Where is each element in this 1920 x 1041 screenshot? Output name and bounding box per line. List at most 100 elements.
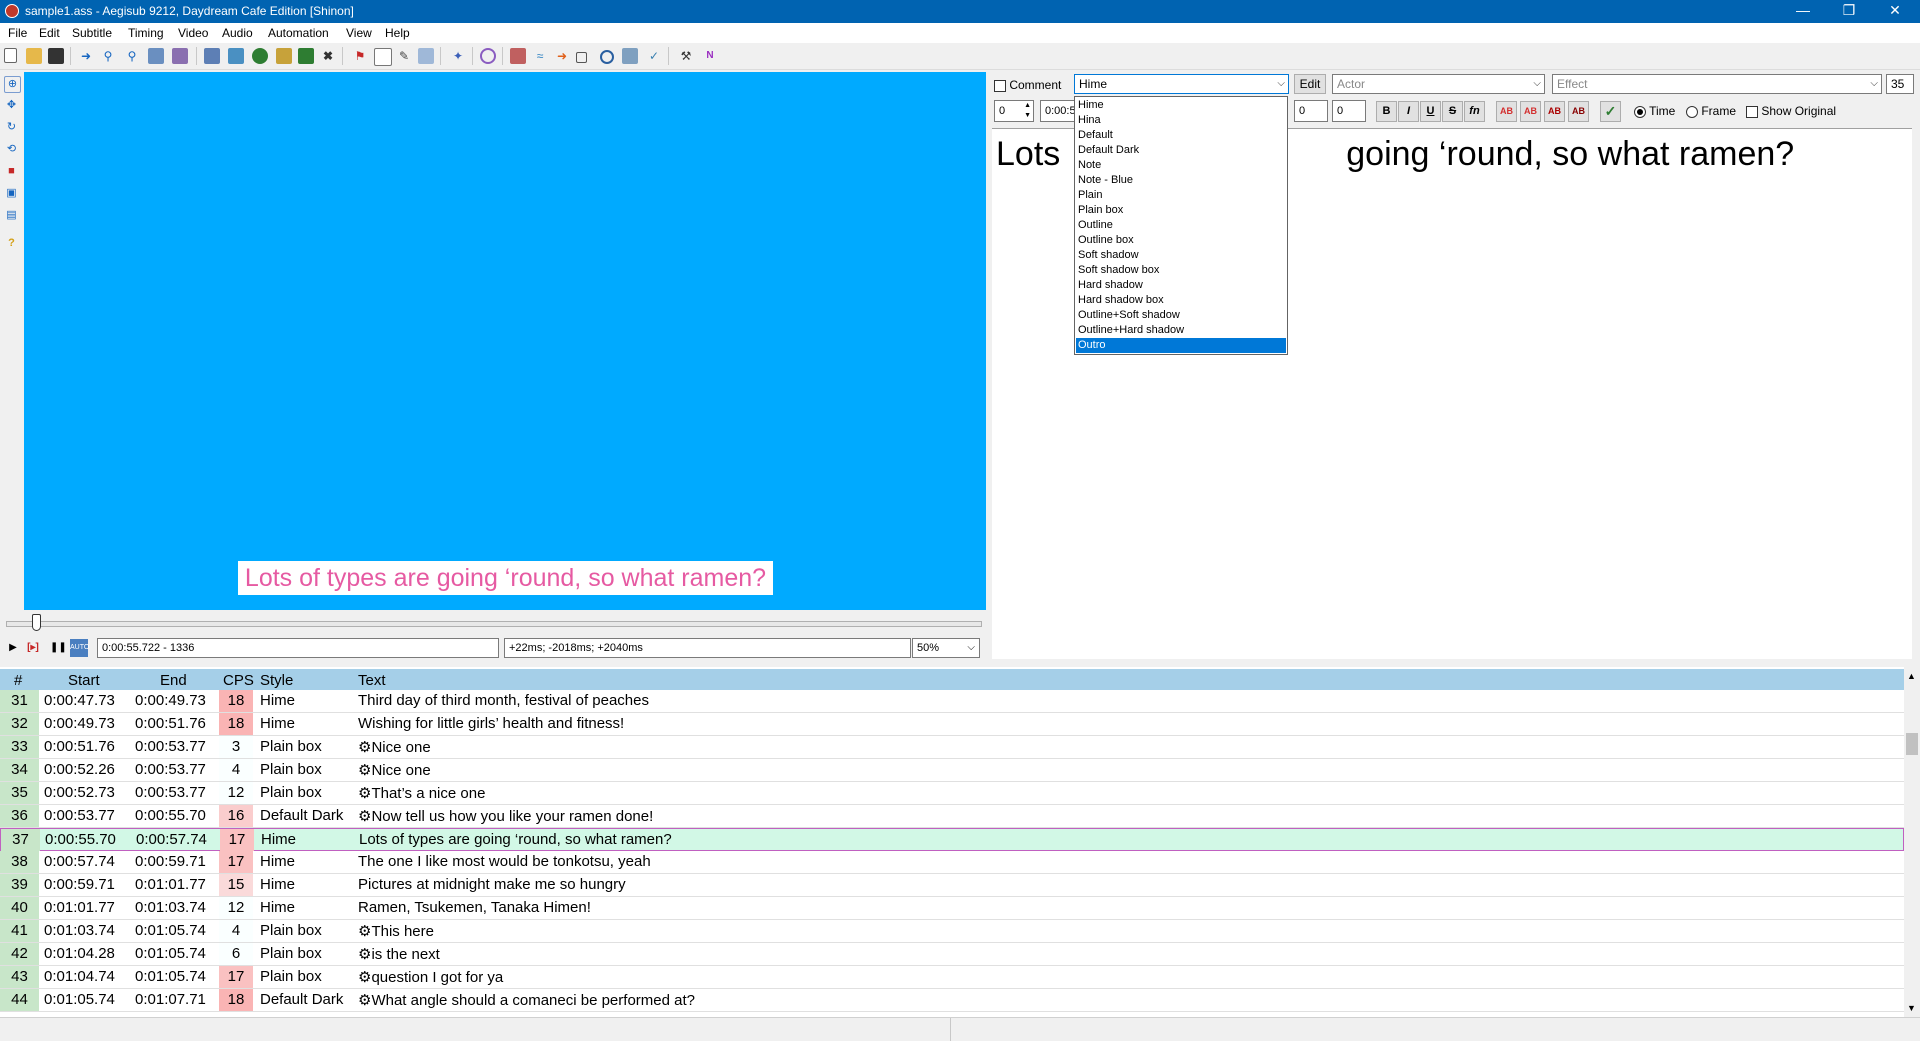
menu-help[interactable]: Help [385, 26, 410, 40]
shadow-color-button[interactable]: AB [1568, 101, 1589, 122]
help-icon[interactable]: ? [4, 236, 19, 251]
menu-automation[interactable]: Automation [268, 26, 329, 40]
col-start[interactable]: Start [68, 672, 100, 689]
col-end[interactable]: End [160, 672, 187, 689]
minimize-button[interactable]: — [1780, 0, 1826, 23]
pause-icon[interactable]: ❚❚ [50, 641, 67, 655]
table-row[interactable]: 40 0:01:01.77 0:01:03.74 12 Hime Ramen, Tsuke… [0, 897, 1904, 920]
snap-icon[interactable] [172, 48, 188, 64]
hotkeys-icon[interactable]: ✓ [646, 48, 662, 64]
table-row[interactable]: 34 0:00:52.26 0:00:53.77 4 Plain box ⚙Nice on… [0, 759, 1904, 782]
properties-icon[interactable]: ⚑ [352, 48, 368, 64]
style-select[interactable]: Hime ⌵ [1074, 74, 1289, 94]
style-option[interactable]: Note - Blue [1076, 173, 1286, 188]
options-icon[interactable] [510, 48, 526, 64]
translate-icon[interactable] [276, 48, 292, 64]
table-row[interactable]: 35 0:00:52.73 0:00:53.77 12 Plain box ⚙That’s… [0, 782, 1904, 805]
kanji-timer-icon[interactable] [418, 48, 434, 64]
time-radio[interactable]: Time [1634, 104, 1675, 118]
style-option[interactable]: Hime [1076, 98, 1286, 113]
rotate-z-icon[interactable]: ↻ [4, 120, 19, 135]
seek-thumb[interactable] [32, 614, 41, 631]
macro-icon[interactable] [576, 52, 587, 63]
fonts-collector-icon[interactable]: ✖ [320, 48, 336, 64]
clip-tool-icon[interactable]: ▣ [4, 186, 19, 201]
layer-spin[interactable]: 0 ▲ ▼ [994, 100, 1034, 122]
grid-scrollbar[interactable]: ▲ ▼ [1904, 667, 1920, 1017]
play-line-icon[interactable]: [▸] [26, 641, 40, 655]
attachments-icon[interactable] [228, 48, 244, 64]
margin-right-field[interactable]: 0 [1332, 100, 1366, 122]
settings-icon[interactable] [622, 48, 638, 64]
strikeout-button[interactable]: S [1442, 101, 1463, 122]
col-cps[interactable]: CPS [223, 672, 254, 689]
zoom-in-icon[interactable]: ⚲ [100, 48, 116, 64]
table-row[interactable]: 43 0:01:04.74 0:01:05.74 17 Plain box ⚙questi… [0, 966, 1904, 989]
table-row[interactable]: 32 0:00:49.73 0:00:51.76 18 Hime Wishing for … [0, 713, 1904, 736]
menu-audio[interactable]: Audio [222, 26, 253, 40]
zoom-out-icon[interactable]: ⚲ [124, 48, 140, 64]
table-row[interactable]: 38 0:00:57.74 0:00:59.71 17 Hime The one I li… [0, 851, 1904, 874]
close-button[interactable]: ✕ [1872, 0, 1918, 23]
open-file-icon[interactable] [26, 48, 42, 64]
style-option[interactable]: Outro [1076, 338, 1286, 353]
auto-scroll-icon[interactable]: AUTO [70, 639, 89, 657]
table-row[interactable]: 37 0:00:55.70 0:00:57.74 17 Hime Lots of type… [0, 828, 1904, 851]
style-option[interactable]: Hina [1076, 113, 1286, 128]
shift-times-icon[interactable] [374, 48, 392, 66]
save-file-icon[interactable] [48, 48, 64, 64]
secondary-color-button[interactable]: AB [1520, 101, 1541, 122]
primary-color-button[interactable]: AB [1496, 101, 1517, 122]
menu-subtitle[interactable]: Subtitle [72, 26, 112, 40]
style-option[interactable]: Hard shadow [1076, 278, 1286, 293]
tags-icon[interactable]: ≈ [532, 48, 548, 64]
style-option[interactable]: Default Dark [1076, 143, 1286, 158]
font-button[interactable]: fn [1464, 101, 1485, 122]
spell-icon[interactable] [298, 48, 314, 64]
table-row[interactable]: 42 0:01:04.28 0:01:05.74 6 Plain box ⚙is the … [0, 943, 1904, 966]
style-dropdown-list[interactable]: Hime Hina Default Default Dark Note Note - Bl… [1074, 96, 1288, 355]
style-option[interactable]: Outline+Hard shadow [1076, 323, 1286, 338]
table-row[interactable]: 39 0:00:59.71 0:01:01.77 15 Hime Pictures at … [0, 874, 1904, 897]
video-seek-bar[interactable] [6, 621, 982, 627]
underline-button[interactable]: U [1420, 101, 1441, 122]
auto-save-icon[interactable]: ✦ [450, 48, 466, 64]
start-time-field[interactable]: 0:00:5 [1040, 100, 1076, 122]
zoom-video-icon[interactable] [148, 48, 164, 64]
style-manager-icon[interactable] [204, 48, 220, 64]
scale-tool-icon[interactable]: ■ [4, 164, 19, 179]
video-display[interactable] [24, 72, 986, 610]
info-icon[interactable]: ⚒ [678, 48, 694, 64]
drag-tool-icon[interactable]: ✥ [4, 98, 19, 113]
timing-post-icon[interactable]: ✎ [396, 48, 412, 64]
automation-icon[interactable] [480, 48, 496, 64]
play-icon[interactable]: ▶ [6, 641, 20, 655]
style-option[interactable]: Soft shadow [1076, 248, 1286, 263]
resample-icon[interactable] [252, 48, 268, 64]
italic-button[interactable]: I [1398, 101, 1419, 122]
tools-icon[interactable]: ➜ [554, 48, 570, 64]
table-row[interactable]: 33 0:00:51.76 0:00:53.77 3 Plain box ⚙Nice on… [0, 736, 1904, 759]
aegisub-logo-icon[interactable]: N [702, 48, 718, 64]
scroll-down-icon[interactable]: ▼ [1907, 1003, 1916, 1013]
style-option[interactable]: Outline box [1076, 233, 1286, 248]
style-option[interactable]: Hard shadow box [1076, 293, 1286, 308]
standard-tool-icon[interactable]: ⊕ [4, 76, 21, 93]
style-option[interactable]: Default [1076, 128, 1286, 143]
restore-button[interactable]: ❐ [1826, 0, 1872, 23]
table-row[interactable]: 41 0:01:03.74 0:01:05.74 4 Plain box ⚙This he… [0, 920, 1904, 943]
commit-check-icon[interactable]: ✓ [1600, 101, 1621, 122]
margin-left-field[interactable]: 0 [1294, 100, 1328, 122]
outline-color-button[interactable]: AB [1544, 101, 1565, 122]
col-text[interactable]: Text [358, 672, 386, 689]
style-option[interactable]: Outline [1076, 218, 1286, 233]
style-option[interactable]: Plain box [1076, 203, 1286, 218]
style-option[interactable]: Plain [1076, 188, 1286, 203]
edit-style-button[interactable]: Edit [1294, 74, 1326, 94]
show-original-checkbox[interactable]: Show Original [1746, 104, 1836, 118]
style-option[interactable]: Soft shadow box [1076, 263, 1286, 278]
new-file-icon[interactable] [4, 48, 17, 63]
video-time-field[interactable]: 0:00:55.722 - 1336 [97, 638, 499, 658]
menu-file[interactable]: File [8, 26, 27, 40]
jump-icon[interactable]: ➜ [78, 48, 94, 64]
